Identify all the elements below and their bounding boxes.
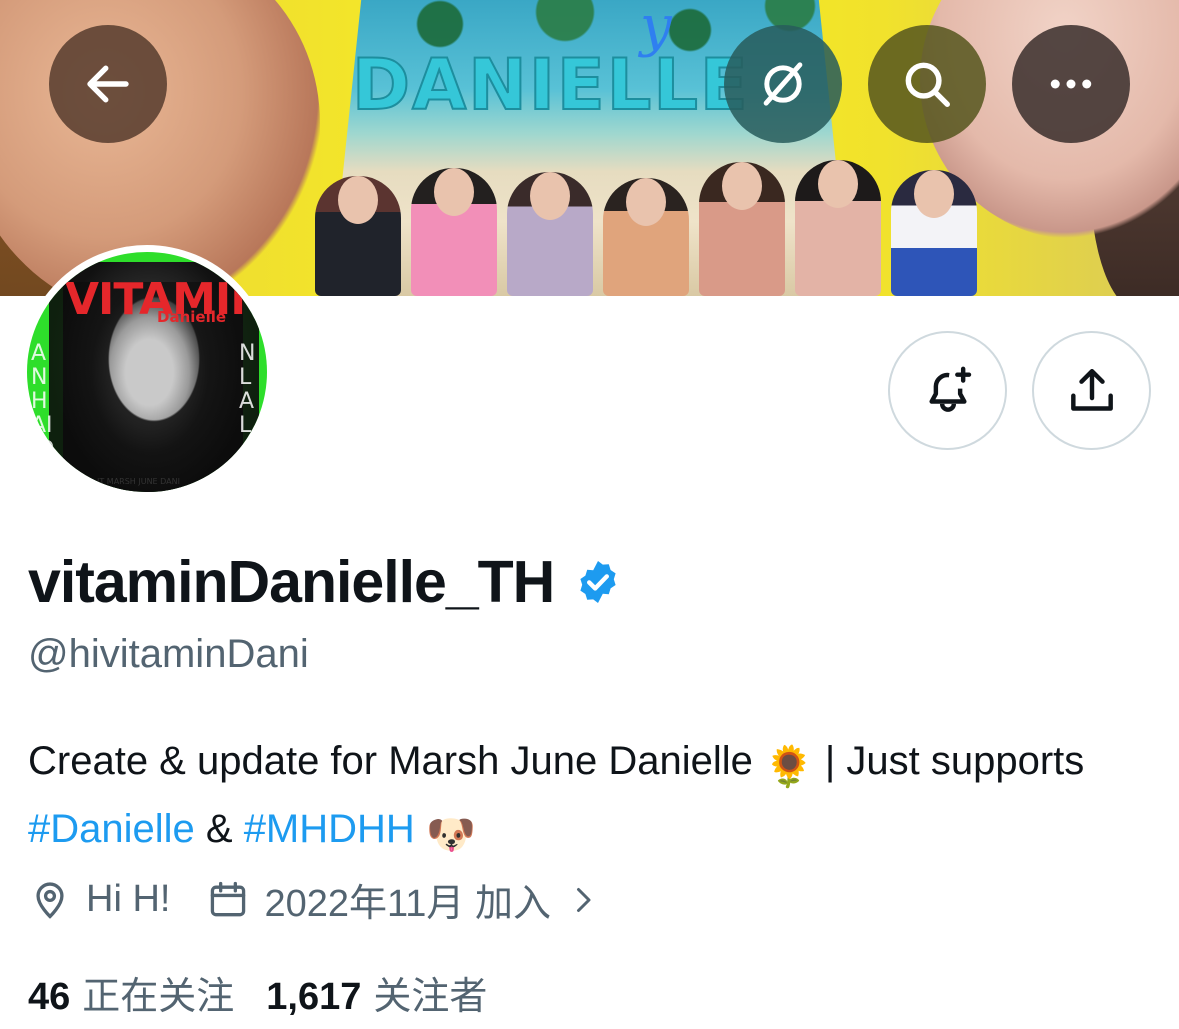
- followers-link[interactable]: 1,617 关注者: [266, 965, 487, 1020]
- sunflower-emoji: 🌻: [763, 745, 814, 789]
- bio-text: Create & update for Marsh June Danielle: [28, 739, 764, 783]
- avatar-image: ANHAIJDAIL NLAL VITAMIN Danielle IT MARS…: [27, 252, 267, 492]
- bell-plus-icon: [928, 366, 971, 412]
- banner-figure: [699, 162, 785, 296]
- hashtag-link[interactable]: #Danielle: [28, 807, 195, 851]
- notifications-subscribe-button[interactable]: [888, 331, 1007, 450]
- search-button[interactable]: [868, 25, 986, 143]
- avatar-side-text-left: ANHAIJDAIL: [31, 341, 55, 493]
- following-link[interactable]: 46 正在关注: [28, 965, 234, 1020]
- dog-emoji: 🐶: [425, 813, 476, 857]
- banner-title: DANIELLE: [351, 43, 750, 127]
- banner-figure: [795, 160, 881, 296]
- grok-icon: [763, 62, 803, 106]
- bio-text: &: [194, 807, 244, 851]
- banner-figure: [603, 178, 689, 296]
- following-count: 46: [28, 976, 71, 1018]
- back-button[interactable]: [49, 25, 167, 143]
- share-button[interactable]: [1032, 331, 1151, 450]
- location-pin-icon: [36, 881, 64, 919]
- calendar-icon: [211, 881, 246, 916]
- joined-date[interactable]: 2022年11月 加入: [264, 872, 551, 927]
- hashtag-link[interactable]: #MHDHH: [244, 807, 415, 851]
- profile-meta: Hi H! 2022年11月 加入: [28, 872, 601, 927]
- arrow-left-icon: [87, 65, 129, 103]
- display-name-text: vitaminDanielle_TH: [28, 549, 555, 615]
- more-horizontal-icon: [1050, 79, 1092, 89]
- banner-figure: [411, 168, 497, 296]
- banner-figure: [507, 172, 593, 296]
- follow-stats: 46 正在关注 1,617 关注者: [28, 965, 487, 1020]
- banner-group-figures: [315, 160, 977, 296]
- profile-avatar[interactable]: ANHAIJDAIL NLAL VITAMIN Danielle IT MARS…: [20, 245, 274, 499]
- verified-badge-icon[interactable]: [574, 558, 622, 606]
- avatar-footer-text: IT MARSH JUNE DANI: [97, 477, 180, 486]
- chevron-right-icon[interactable]: [565, 882, 601, 918]
- user-handle: @hivitaminDani: [28, 632, 309, 676]
- location-text: Hi H!: [86, 878, 171, 920]
- avatar-side-text-right: NLAL: [239, 341, 256, 438]
- banner-figure: [315, 176, 401, 296]
- followers-label: 关注者: [373, 976, 488, 1018]
- display-name: vitaminDanielle_TH: [28, 548, 622, 616]
- share-upload-icon: [1070, 368, 1113, 411]
- bio-text: | Just supports: [813, 739, 1085, 783]
- search-icon: [905, 62, 950, 107]
- banner-figure: [891, 170, 977, 296]
- avatar-subtitle-text: Danielle: [157, 308, 227, 326]
- following-label: 正在关注: [82, 976, 235, 1018]
- profile-bio: Create & update for Marsh June Danielle …: [28, 730, 1128, 866]
- grok-button[interactable]: [724, 25, 842, 143]
- more-options-button[interactable]: [1012, 25, 1130, 143]
- followers-count: 1,617: [266, 976, 362, 1018]
